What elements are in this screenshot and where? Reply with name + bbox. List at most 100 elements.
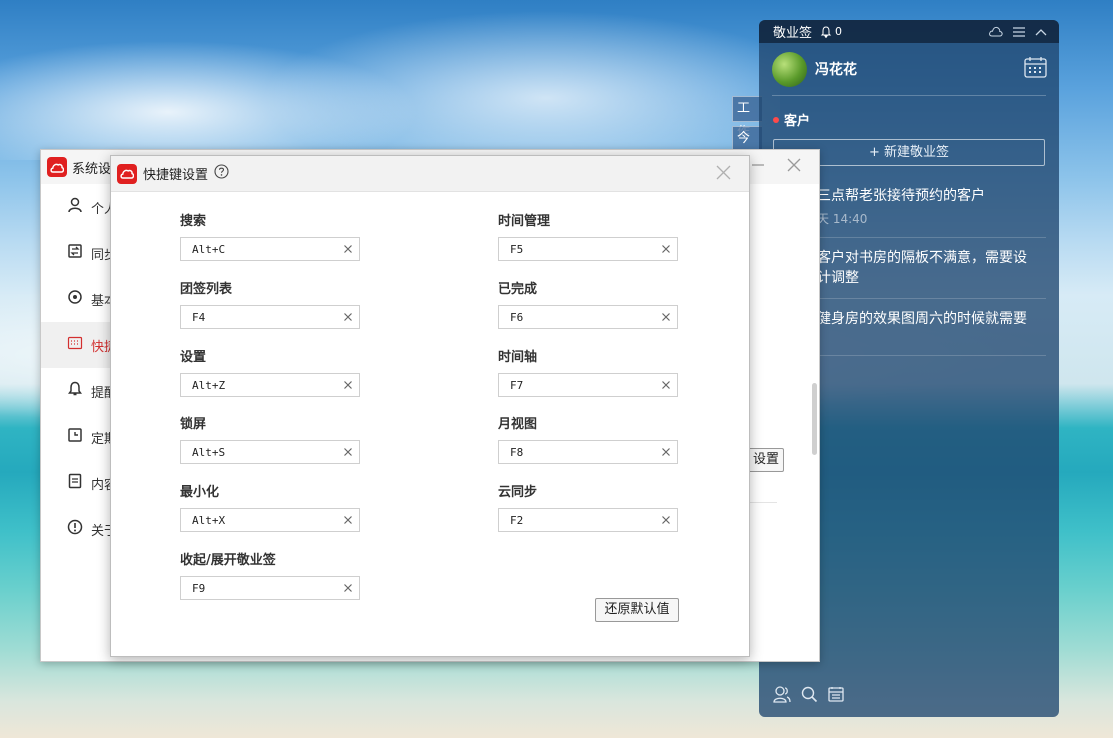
dialog-title: 快捷键设置: [143, 168, 209, 183]
note-app-titlebar: 敬业签 0: [759, 20, 1059, 43]
field-label: 云同步: [498, 485, 538, 500]
dialog-titlebar: 快捷键设置: [111, 156, 749, 192]
shortcut-input[interactable]: Alt+S: [180, 440, 360, 464]
shortcut-field-completed: 已完成 F6: [498, 278, 678, 329]
shortcut-value: F2: [510, 513, 524, 527]
divider: [772, 95, 1046, 96]
note-time: 天 14:40: [817, 212, 868, 226]
user-icon: [67, 197, 83, 217]
shortcut-value: F8: [510, 445, 524, 459]
shortcut-field-lock-screen: 锁屏 Alt+S: [180, 413, 360, 464]
collapse-icon[interactable]: [1035, 28, 1047, 36]
shortcut-field-search: 搜索 Alt+C: [180, 210, 360, 261]
shortcut-input[interactable]: F9: [180, 576, 360, 600]
settings-button[interactable]: 设置: [748, 448, 785, 472]
shortcut-input[interactable]: F5: [498, 237, 678, 261]
field-label: 团签列表: [180, 282, 233, 297]
close-icon[interactable]: [716, 165, 731, 184]
shortcut-value: F6: [510, 310, 524, 324]
search-icon[interactable]: [801, 686, 818, 707]
scrollbar[interactable]: [812, 383, 817, 455]
shortcut-input[interactable]: Alt+X: [180, 508, 360, 532]
shortcut-settings-dialog: 快捷键设置 搜索 Alt+C 团签列表 F4 设置 Alt+Z 锁屏 Alt+S: [110, 155, 750, 657]
shortcut-value: Alt+Z: [192, 378, 226, 392]
shortcut-input[interactable]: F7: [498, 373, 678, 397]
calendar-icon[interactable]: [1024, 56, 1047, 82]
shortcut-value: F9: [192, 581, 206, 595]
clear-icon[interactable]: [341, 310, 355, 327]
divider: [748, 502, 777, 503]
clear-icon[interactable]: [659, 310, 673, 327]
category-label: 客户: [784, 114, 811, 129]
shortcut-input[interactable]: Alt+C: [180, 237, 360, 261]
category-heading[interactable]: 客户: [773, 110, 1059, 129]
shortcut-field-toggle-notes: 收起/展开敬业签 F9: [180, 549, 360, 600]
cloud-sync-icon[interactable]: [988, 26, 1003, 37]
shortcut-value: Alt+C: [192, 242, 226, 256]
field-label: 搜索: [180, 214, 207, 229]
menu-icon[interactable]: [1013, 26, 1025, 37]
clear-icon[interactable]: [341, 581, 355, 598]
shortcut-field-timeline: 时间轴 F7: [498, 346, 678, 397]
field-label: 最小化: [180, 485, 220, 500]
keyboard-icon: [67, 335, 83, 355]
clear-icon[interactable]: [659, 513, 673, 530]
shortcut-field-month-view: 月视图 F8: [498, 413, 678, 464]
clear-icon[interactable]: [341, 378, 355, 395]
clock-icon: [67, 427, 83, 447]
clear-icon[interactable]: [341, 513, 355, 530]
calendar-small-icon[interactable]: [828, 686, 844, 707]
shortcut-value: F5: [510, 242, 524, 256]
clear-icon[interactable]: [341, 242, 355, 259]
restore-defaults-button[interactable]: 还原默认值: [595, 598, 679, 622]
close-icon[interactable]: [787, 158, 801, 176]
basic-settings-icon: [67, 289, 83, 309]
avatar[interactable]: [772, 51, 807, 87]
shortcut-input[interactable]: F8: [498, 440, 678, 464]
clear-icon[interactable]: [659, 445, 673, 462]
shortcut-field-team-list: 团签列表 F4: [180, 278, 360, 329]
note-bottom-toolbar: [773, 686, 844, 707]
sync-icon: [67, 243, 83, 263]
window-title: 系统设: [72, 161, 112, 177]
field-label: 锁屏: [180, 417, 207, 432]
bell-icon: [67, 381, 83, 401]
minimize-icon[interactable]: [751, 158, 765, 176]
note-text: 三点帮老张接待预约的客户: [817, 188, 985, 204]
contacts-icon[interactable]: [773, 686, 791, 707]
shortcut-value: F7: [510, 378, 524, 392]
field-label: 已完成: [498, 282, 538, 297]
bell-icon[interactable]: [820, 25, 832, 38]
shortcut-value: Alt+S: [192, 445, 226, 459]
side-tab-work[interactable]: 工作: [732, 96, 762, 140]
document-icon: [67, 473, 83, 493]
field-label: 月视图: [498, 417, 538, 432]
field-label: 收起/展开敬业签: [180, 553, 276, 568]
app-logo-icon: [47, 157, 67, 177]
user-row: 冯花花: [759, 43, 1059, 95]
note-text: 客户对书房的隔板不满意，需要设计调整: [817, 250, 1027, 286]
shortcut-field-time-management: 时间管理 F5: [498, 210, 678, 261]
category-dot: [773, 116, 779, 123]
shortcut-value: F4: [192, 310, 206, 324]
shortcut-field-minimize: 最小化 Alt+X: [180, 481, 360, 532]
info-icon: [67, 519, 83, 539]
field-label: 时间管理: [498, 214, 551, 229]
shortcut-value: Alt+X: [192, 513, 226, 527]
shortcut-input[interactable]: F6: [498, 305, 678, 329]
shortcut-input[interactable]: F4: [180, 305, 360, 329]
clear-icon[interactable]: [341, 445, 355, 462]
clear-icon[interactable]: [659, 378, 673, 395]
note-text: 健身房的效果图周六的时候就需要: [817, 311, 1027, 327]
shortcut-input[interactable]: Alt+Z: [180, 373, 360, 397]
field-label: 设置: [180, 350, 207, 365]
notification-count: 0: [835, 25, 843, 38]
app-name: 敬业签: [773, 26, 813, 41]
app-logo-icon: [117, 163, 137, 184]
shortcut-field-cloud-sync: 云同步 F2: [498, 481, 678, 532]
clear-icon[interactable]: [659, 242, 673, 259]
shortcut-field-settings: 设置 Alt+Z: [180, 346, 360, 397]
user-name: 冯花花: [815, 62, 857, 78]
shortcut-input[interactable]: F2: [498, 508, 678, 532]
help-icon[interactable]: [214, 164, 229, 183]
